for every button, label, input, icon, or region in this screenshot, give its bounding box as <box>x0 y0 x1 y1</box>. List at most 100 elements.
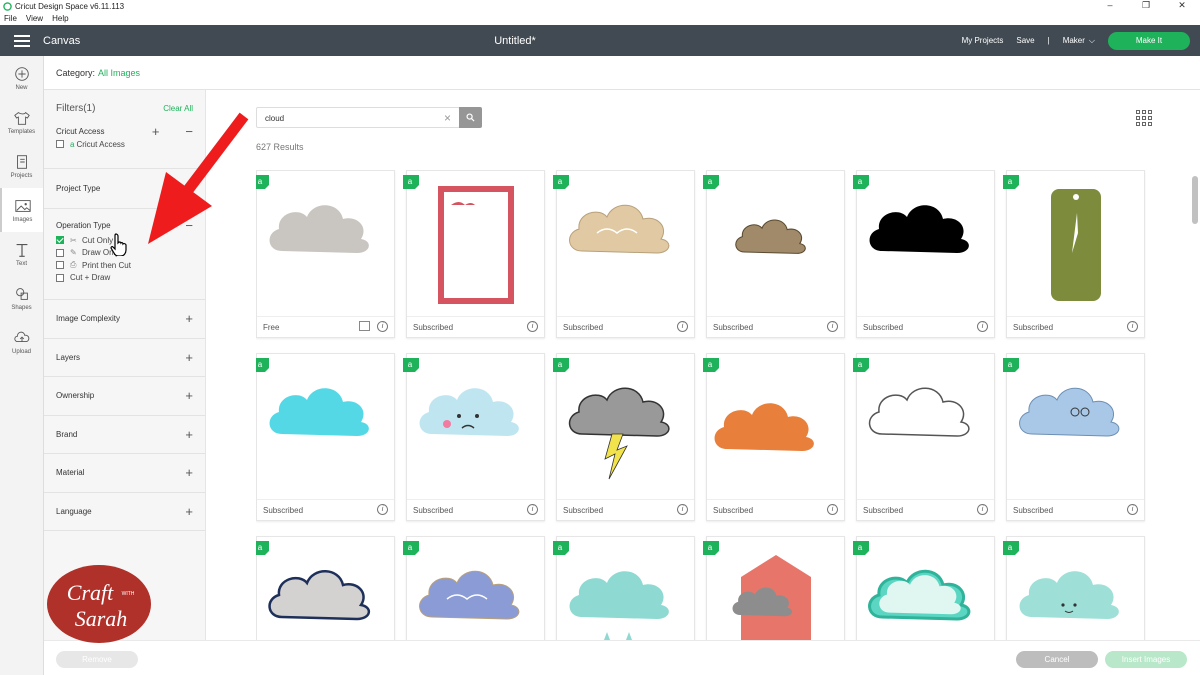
info-icon[interactable]: i <box>377 504 388 515</box>
close-icon[interactable]: ✕ <box>1164 0 1200 12</box>
rail-images[interactable]: Images <box>0 188 43 232</box>
print-then-cut-checkbox[interactable] <box>56 261 64 270</box>
operation-option-draw-only[interactable]: ✎ Draw Only <box>56 247 193 260</box>
grid-view-icon[interactable] <box>1136 110 1152 126</box>
image-card[interactable]: a Subscribed i <box>1003 170 1145 338</box>
rail-new[interactable]: New <box>0 56 43 100</box>
image-card[interactable]: a Subscribed i <box>703 170 845 338</box>
image-card[interactable]: ai <box>553 536 695 640</box>
image-card[interactable]: a Subscribed i <box>403 170 545 338</box>
info-icon[interactable]: i <box>1127 321 1138 332</box>
collapse-minus-icon[interactable]: − <box>185 218 193 233</box>
rail-text-label: Text <box>15 261 27 267</box>
info-icon[interactable]: i <box>527 321 538 332</box>
scrollbar-thumb[interactable] <box>1192 176 1198 224</box>
clear-search-icon[interactable]: × <box>444 111 451 125</box>
svg-text:a: a <box>558 177 563 186</box>
cricut-access-badge-icon: a <box>256 541 269 555</box>
collapse-minus-icon[interactable]: − <box>185 124 193 139</box>
document-title: Untitled* <box>494 34 536 47</box>
filter-section-ownership[interactable]: Ownership + <box>44 377 205 416</box>
info-icon[interactable]: i <box>527 504 538 515</box>
image-card-footer: Subscribed i <box>857 499 994 520</box>
filter-section-material[interactable]: Material + <box>44 454 205 493</box>
image-card[interactable]: a Subscribed i <box>703 353 845 521</box>
select-checkbox-icon[interactable] <box>359 321 370 331</box>
rail-text[interactable]: Text <box>0 232 43 276</box>
rail-templates[interactable]: Templates <box>0 100 43 144</box>
operation-option-cut-only[interactable]: ✂ Cut Only <box>56 234 193 247</box>
clear-all-link[interactable]: Clear All <box>163 104 193 113</box>
cricut-access-option[interactable]: a Cricut Access <box>56 138 193 151</box>
expand-plus-icon[interactable]: + <box>185 427 193 442</box>
cricut-access-badge-icon: a <box>703 175 719 189</box>
rail-upload[interactable]: Upload <box>0 320 43 364</box>
image-card-footer: Subscribed i <box>707 499 844 520</box>
info-icon[interactable]: i <box>827 321 838 332</box>
rail-shapes[interactable]: Shapes <box>0 276 43 320</box>
menu-view[interactable]: View <box>26 14 43 23</box>
cricut-access-checkbox[interactable] <box>56 140 64 149</box>
save-link[interactable]: Save <box>1016 36 1034 45</box>
image-card[interactable]: ai <box>403 536 545 640</box>
operation-option-cut-draw[interactable]: Cut + Draw <box>56 272 193 285</box>
info-icon[interactable]: i <box>827 504 838 515</box>
info-icon[interactable]: i <box>977 321 988 332</box>
info-icon[interactable]: i <box>377 321 388 332</box>
hamburger-menu-icon[interactable] <box>14 34 30 47</box>
image-card[interactable]: ai <box>256 536 395 640</box>
restore-icon[interactable]: ❐ <box>1128 0 1164 12</box>
minimize-icon[interactable]: – <box>1092 0 1128 12</box>
expand-plus-icon[interactable]: + <box>185 504 193 519</box>
image-card[interactable]: ai <box>703 536 845 640</box>
info-icon[interactable]: i <box>677 504 688 515</box>
image-card[interactable]: a Subscribed i <box>853 353 995 521</box>
image-card[interactable]: a Subscribed i <box>553 353 695 521</box>
filter-section-image-complexity[interactable]: Image Complexity + <box>44 300 205 339</box>
info-icon[interactable]: i <box>677 321 688 332</box>
machine-select[interactable]: Maker ⌵ <box>1063 36 1095 46</box>
printer-icon: ⎙ <box>70 260 77 270</box>
remove-button[interactable]: Remove <box>56 651 138 668</box>
info-icon[interactable]: i <box>977 504 988 515</box>
menu-help[interactable]: Help <box>52 14 68 23</box>
image-card[interactable]: a Subscribed i <box>403 353 545 521</box>
insert-images-button[interactable]: Insert Images <box>1105 651 1187 668</box>
image-card[interactable]: a Subscribed i <box>853 170 995 338</box>
image-thumbnail <box>707 354 844 500</box>
filter-section-title: Material <box>56 468 85 478</box>
search-input[interactable] <box>257 109 427 128</box>
image-card[interactable]: a Subscribed i <box>1003 353 1145 521</box>
expand-plus-icon[interactable]: + <box>185 350 193 365</box>
cricut-access-badge-icon: a <box>403 541 419 555</box>
cancel-button[interactable]: Cancel <box>1016 651 1098 668</box>
expand-plus-icon[interactable]: + <box>185 311 193 326</box>
image-card[interactable]: a Subscribed i <box>256 353 395 521</box>
cut-only-checkbox[interactable] <box>56 236 64 245</box>
image-card[interactable]: ai <box>853 536 995 640</box>
expand-plus-icon[interactable]: + <box>185 388 193 403</box>
operation-option-print-then-cut[interactable]: ⎙ Print then Cut <box>56 259 193 272</box>
cut-draw-checkbox[interactable] <box>56 273 64 282</box>
image-card-label: Subscribed <box>713 505 754 515</box>
filter-section-brand[interactable]: Brand + <box>44 416 205 454</box>
filter-section-layers[interactable]: Layers + <box>44 339 205 377</box>
filter-project-type[interactable]: Project Type <box>44 169 205 209</box>
svg-text:a: a <box>1008 360 1013 369</box>
image-card[interactable]: a Free i <box>256 170 395 338</box>
make-it-button[interactable]: Make It <box>1108 31 1190 50</box>
filter-section-language[interactable]: Language + <box>44 493 205 531</box>
machine-label: Maker <box>1062 35 1085 45</box>
info-icon[interactable]: i <box>1127 504 1138 515</box>
expand-plus-icon[interactable]: + <box>185 465 193 480</box>
image-card[interactable]: a Subscribed i <box>553 170 695 338</box>
category-all-images-link[interactable]: All Images <box>98 68 140 78</box>
image-card[interactable]: ai <box>1003 536 1145 640</box>
expand-plus-icon[interactable]: + <box>152 124 160 139</box>
draw-only-checkbox[interactable] <box>56 248 64 257</box>
search-button[interactable] <box>459 107 482 128</box>
rail-projects[interactable]: Projects <box>0 144 43 188</box>
menu-file[interactable]: File <box>4 14 17 23</box>
scrollbar[interactable] <box>1190 170 1200 640</box>
my-projects-link[interactable]: My Projects <box>962 36 1004 45</box>
